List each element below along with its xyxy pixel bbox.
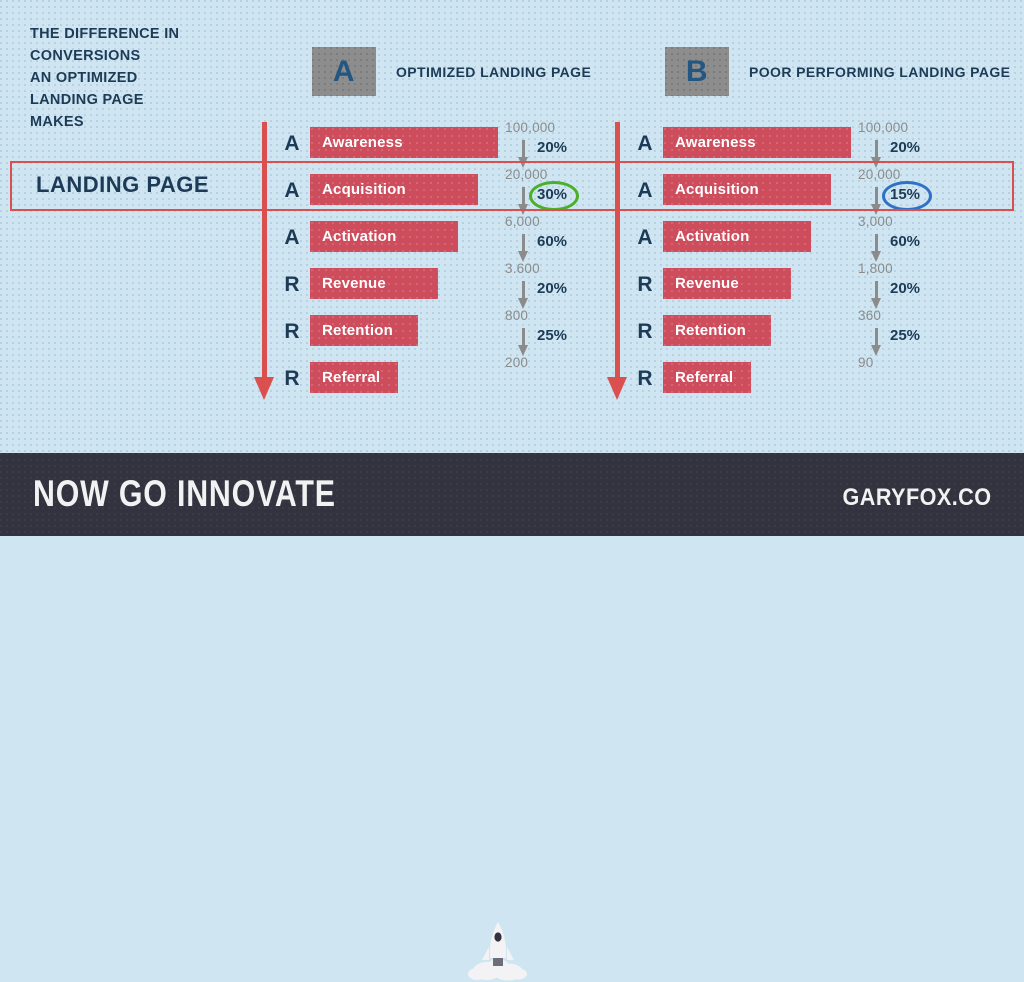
step-arrow-icon bbox=[518, 328, 528, 356]
stage-bar-label: Activation bbox=[675, 228, 750, 245]
stage-bar: Revenue bbox=[663, 268, 791, 299]
stage-letter: A bbox=[284, 226, 300, 249]
conversion-rate-label: 15% bbox=[890, 186, 921, 203]
stage-bar-label: Retention bbox=[322, 322, 393, 339]
stage-bar-label: Referral bbox=[675, 369, 734, 386]
step-arrow-head bbox=[871, 204, 881, 215]
page-title-line: THE DIFFERENCE IN bbox=[30, 26, 180, 42]
stage-bar: Acquisition bbox=[310, 174, 478, 205]
conversion-step: 60% bbox=[858, 233, 983, 266]
stage-bar-label: Referral bbox=[322, 369, 381, 386]
stage-bar-label: Awareness bbox=[322, 134, 403, 151]
conversion-step: 25% bbox=[858, 327, 983, 360]
conversion-step: 20% bbox=[858, 139, 983, 172]
conversion-rate-label: 20% bbox=[537, 139, 568, 156]
funnel-metrics-column: 100,000 20,000 3,000 1,800 360 90 20% 15% 60% 20%… bbox=[858, 0, 983, 400]
panel-badge: A bbox=[312, 47, 376, 96]
page-title-line: LANDING PAGE bbox=[30, 92, 144, 108]
conversion-rate-label: 20% bbox=[890, 280, 921, 297]
funnel-panel-b: B POOR PERFORMING LANDING PAGE A Awareness A… bbox=[603, 0, 1010, 450]
step-arrow-icon bbox=[871, 281, 881, 309]
conversion-step: 20% bbox=[858, 280, 983, 313]
stage-count: 100,000 bbox=[505, 120, 556, 135]
page-title-line: MAKES bbox=[30, 114, 84, 130]
stage-letter: A bbox=[637, 179, 653, 202]
conversion-rate-label: 30% bbox=[537, 186, 568, 203]
infographic-canvas: THE DIFFERENCE IN CONVERSIONS AN OPTIMIZED… bbox=[0, 0, 1024, 981]
stage-letter: R bbox=[637, 320, 653, 343]
step-arrow-head bbox=[871, 157, 881, 168]
step-arrow-head bbox=[871, 251, 881, 262]
step-arrow-head bbox=[871, 345, 881, 356]
step-arrow-head bbox=[518, 157, 528, 168]
page-title-line: CONVERSIONS bbox=[30, 48, 141, 64]
conversion-rate-label: 25% bbox=[537, 327, 568, 344]
conversion-rate-label: 20% bbox=[890, 139, 921, 156]
stage-letter: A bbox=[637, 132, 653, 155]
conversion-rate-label: 60% bbox=[537, 233, 568, 250]
stage-bar: Acquisition bbox=[663, 174, 831, 205]
stage-letter: A bbox=[637, 226, 653, 249]
funnel-panel-a: A OPTIMIZED LANDING PAGE A Awareness A Acquis… bbox=[250, 0, 630, 450]
step-arrow-head bbox=[518, 204, 528, 215]
step-arrow-head bbox=[518, 251, 528, 262]
rocket-icon bbox=[468, 922, 527, 981]
page-title: THE DIFFERENCE IN CONVERSIONS AN OPTIMIZED… bbox=[30, 23, 240, 133]
stage-letter: R bbox=[637, 367, 653, 390]
page-title-line: AN OPTIMIZED bbox=[30, 70, 138, 86]
stage-bar: Revenue bbox=[310, 268, 438, 299]
stage-bar: Awareness bbox=[663, 127, 851, 158]
stage-bar-label: Revenue bbox=[322, 275, 386, 292]
step-arrow-head bbox=[871, 298, 881, 309]
stage-bar: Activation bbox=[310, 221, 458, 252]
stage-count: 100,000 bbox=[858, 120, 909, 135]
stage-bar-label: Activation bbox=[322, 228, 397, 245]
panel-badge: B bbox=[665, 47, 729, 96]
conversion-step: 15% bbox=[858, 181, 983, 219]
stage-letter: R bbox=[284, 367, 300, 390]
step-arrow-icon bbox=[518, 234, 528, 262]
stage-bar: Retention bbox=[310, 315, 418, 346]
stage-bar: Awareness bbox=[310, 127, 498, 158]
step-arrow-icon bbox=[518, 281, 528, 309]
stage-bar-label: Revenue bbox=[675, 275, 739, 292]
step-arrow-head bbox=[518, 345, 528, 356]
step-arrow-icon bbox=[871, 140, 881, 168]
step-arrow-icon bbox=[518, 140, 528, 168]
stage-bar-label: Acquisition bbox=[675, 181, 759, 198]
stage-letter: R bbox=[637, 273, 653, 296]
landing-page-row-label: LANDING PAGE bbox=[36, 172, 210, 197]
conversion-rate-label: 20% bbox=[537, 280, 568, 297]
stage-bar-label: Awareness bbox=[675, 134, 756, 151]
step-arrow-icon bbox=[518, 187, 528, 215]
step-arrow-head bbox=[518, 298, 528, 309]
stage-bar: Retention bbox=[663, 315, 771, 346]
conversion-rate-label: 25% bbox=[890, 327, 921, 344]
stage-bar-label: Retention bbox=[675, 322, 746, 339]
step-arrow-icon bbox=[871, 187, 881, 215]
footer-tagline: NOW GO INNOVATE bbox=[33, 473, 336, 514]
step-arrow-icon bbox=[871, 234, 881, 262]
stage-bar: Referral bbox=[663, 362, 751, 393]
stage-bar-label: Acquisition bbox=[322, 181, 406, 198]
footer-brand: GARYFOX.CO bbox=[842, 484, 991, 511]
stage-bar: Referral bbox=[310, 362, 398, 393]
conversion-rate-label: 60% bbox=[890, 233, 921, 250]
stage-letter: A bbox=[284, 132, 300, 155]
stage-bar: Activation bbox=[663, 221, 811, 252]
step-arrow-icon bbox=[871, 328, 881, 356]
stage-letter: R bbox=[284, 320, 300, 343]
stage-letter: A bbox=[284, 179, 300, 202]
stage-letter: R bbox=[284, 273, 300, 296]
footer-bar: NOW GO INNOVATE GARYFOX.CO bbox=[0, 453, 1024, 981]
